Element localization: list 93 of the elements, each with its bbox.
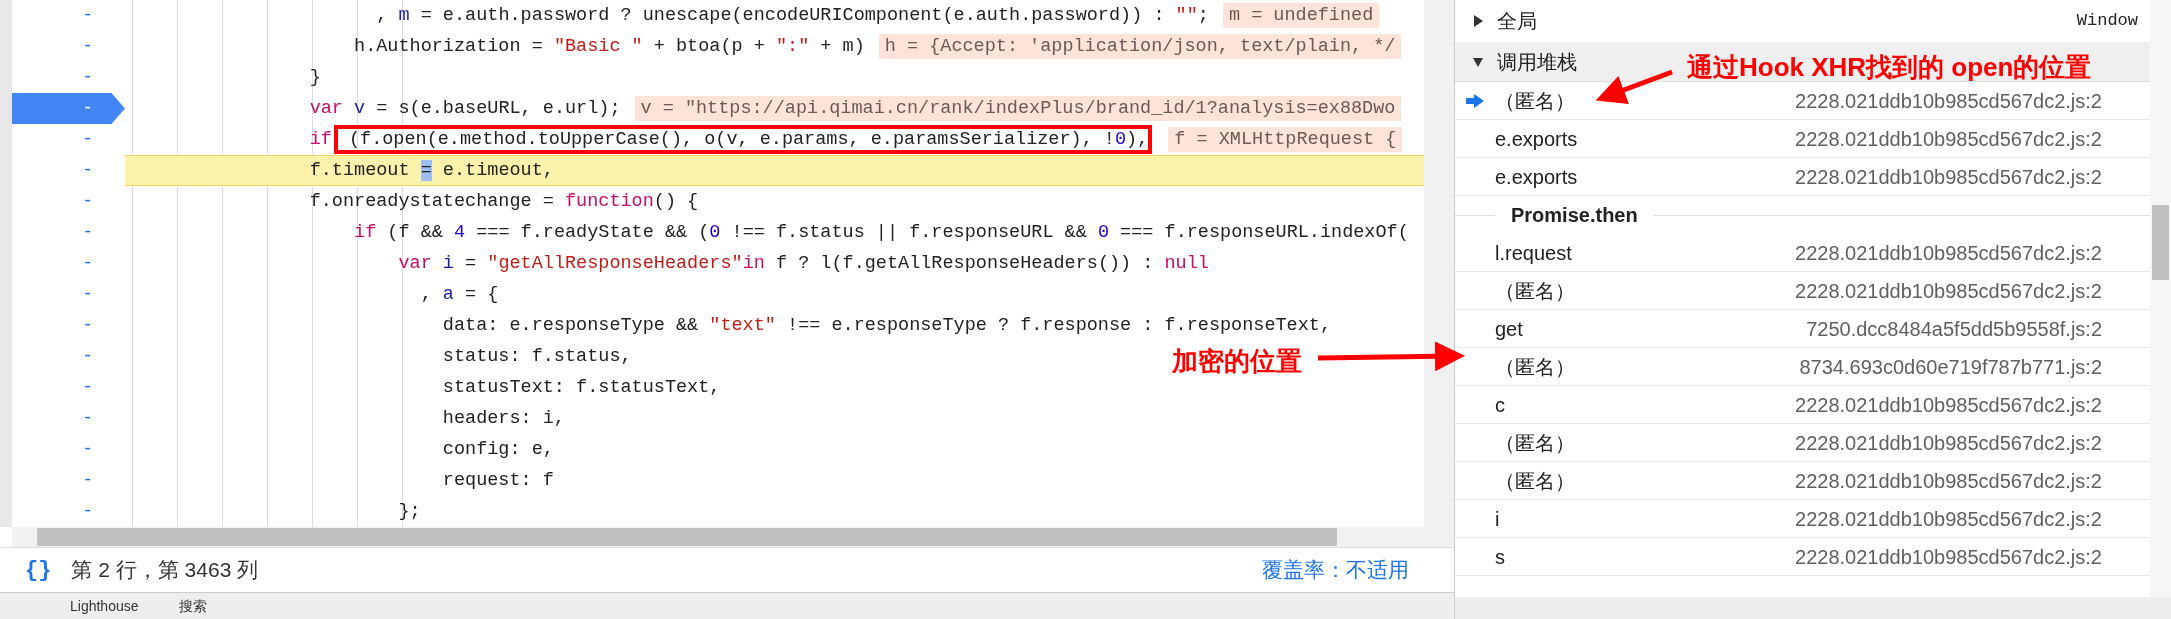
- scrollbar[interactable]: [2150, 0, 2171, 597]
- frame-name: e.exports: [1495, 164, 1578, 190]
- highlighted-code: (f.open(e.method.toUpperCase(), o(v, e.params, e.paramsSerializer), !0),: [333, 125, 1153, 154]
- call-frame[interactable]: get 7250.dcc8484a5f5dd5b9558f.js:2: [1455, 310, 2150, 348]
- frame-location: 8734.693c0d60e719f787b771.js:2: [1799, 354, 2102, 380]
- inline-value: m = undefined: [1222, 3, 1380, 28]
- section-header[interactable]: 调用堆栈 通过Hook XHR找到的 open的位置: [1455, 42, 2150, 82]
- frame-location: 2228.021ddb10b985cd567dc2.js:2: [1795, 164, 2102, 190]
- frame-name: get: [1495, 316, 1523, 342]
- code-line: request: f: [441, 469, 554, 493]
- line-number[interactable]: -: [12, 310, 125, 341]
- call-frame[interactable]: （匿名） 2228.021ddb10b985cd567dc2.js:2: [1455, 424, 2150, 462]
- code-line: h.Authorization = "Basic " + btoa(p + ":" + m): [353, 35, 865, 59]
- code-line: config: e,: [441, 438, 554, 462]
- line-number[interactable]: -: [12, 341, 125, 372]
- call-frame[interactable]: l.request 2228.021ddb10b985cd567dc2.js:2: [1455, 234, 2150, 272]
- frame-location: 2228.021ddb10b985cd567dc2.js:2: [1795, 544, 2102, 570]
- inline-value: h = {Accept: 'application/json, text/plain, */: [878, 34, 1402, 59]
- line-number[interactable]: -: [12, 248, 125, 279]
- line-number[interactable]: -: [12, 124, 125, 155]
- frame-location: 2228.021ddb10b985cd567dc2.js:2: [1795, 88, 2102, 114]
- call-frame[interactable]: （匿名） 2228.021ddb10b985cd567dc2.js:2: [1455, 272, 2150, 310]
- frame-location: 2228.021ddb10b985cd567dc2.js:2: [1795, 468, 2102, 494]
- frame-location: 2228.021ddb10b985cd567dc2.js:2: [1795, 240, 2102, 266]
- line-number[interactable]: -: [12, 155, 125, 186]
- frame-name: e.exports: [1495, 126, 1578, 152]
- drawer-tab[interactable]: 搜索: [178, 595, 207, 617]
- line-number[interactable]: -: [12, 279, 125, 310]
- horizontal-scrollbar[interactable]: [12, 527, 1454, 547]
- code-line: }: [308, 66, 321, 90]
- frame-location: 2228.021ddb10b985cd567dc2.js:2: [1795, 392, 2102, 418]
- call-frame[interactable]: （匿名） 2228.021ddb10b985cd567dc2.js:2: [1455, 82, 2150, 120]
- frame-name: （匿名）: [1495, 88, 1575, 114]
- call-frame[interactable]: s 2228.021ddb10b985cd567dc2.js:2: [1455, 538, 2150, 576]
- call-frame[interactable]: i 2228.021ddb10b985cd567dc2.js:2: [1455, 500, 2150, 538]
- frame-location: 2228.021ddb10b985cd567dc2.js:2: [1795, 278, 2102, 304]
- code-line: data: e.responseType && "text" !== e.responseType ? f.response : f.responseText,: [441, 314, 1331, 338]
- line-number[interactable]: -: [12, 372, 125, 403]
- frame-name: s: [1495, 544, 1505, 570]
- coverage-status[interactable]: 覆盖率：不适用: [1262, 554, 1409, 586]
- frame-name: i: [1495, 506, 1500, 532]
- frame-location: 2228.021ddb10b985cd567dc2.js:2: [1795, 430, 2102, 456]
- code-line: , m = e.auth.password ? unescape(encodeURIComponent(e.auth.password)) : "";: [375, 4, 1209, 28]
- code-line: headers: i,: [441, 407, 565, 431]
- frame-location: 7250.dcc8484a5f5dd5b9558f.js:2: [1806, 316, 2102, 342]
- inline-value: f = XMLHttpRequest {: [1168, 127, 1403, 152]
- code-line: if (f && 4 === f.readyState && (0 !== f.status || f.responseURL && 0 === f.responseURL.indexOf(: [353, 221, 1409, 245]
- line-number[interactable]: -: [12, 186, 125, 217]
- frame-name: （匿名）: [1495, 278, 1575, 304]
- code-line: var i = "getAllResponseHeaders"in f ? l(f.getAllResponseHeaders()) : null: [397, 252, 1209, 276]
- call-frame[interactable]: （匿名） 8734.693c0d60e719f787b771.js:2: [1455, 348, 2150, 386]
- frame-name: （匿名）: [1495, 468, 1575, 494]
- code-line: statusText: f.statusText,: [441, 376, 721, 400]
- breakpoint-line-number[interactable]: -: [12, 93, 125, 124]
- frame-name: （匿名）: [1495, 354, 1575, 380]
- frame-location: 2228.021ddb10b985cd567dc2.js:2: [1795, 506, 2102, 532]
- code-line: status: f.status,: [441, 345, 632, 369]
- frame-name: （匿名）: [1495, 430, 1575, 456]
- code-line: , a = {: [419, 283, 499, 307]
- scrollbar[interactable]: [1424, 0, 1454, 527]
- call-frame[interactable]: c 2228.021ddb10b985cd567dc2.js:2: [1455, 386, 2150, 424]
- collapse-triangle-icon[interactable]: [1473, 55, 1483, 68]
- code-line: var v = s(e.baseURL, e.url);: [308, 97, 621, 121]
- frame-name: c: [1495, 392, 1505, 418]
- pretty-print-button[interactable]: {}: [25, 553, 52, 587]
- inline-value: v = "https://api.qimai.cn/rank/indexPlus/brand_id/1?analysis=ex88Dwo: [634, 96, 1402, 121]
- line-number[interactable]: -: [12, 496, 125, 527]
- scrollbar[interactable]: [0, 0, 12, 527]
- line-number[interactable]: -: [12, 31, 125, 62]
- async-separator: Promise.then: [1510, 203, 1639, 228]
- call-frame[interactable]: （匿名） 2228.021ddb10b985cd567dc2.js:2: [1455, 462, 2150, 500]
- cursor-position: 第 2 行，第 3463 列: [71, 557, 259, 584]
- annotation-label: 加密的位置: [1172, 345, 1302, 378]
- code-line: if: [308, 128, 332, 152]
- frame-name: l.request: [1495, 240, 1572, 266]
- expand-triangle-icon[interactable]: [1473, 15, 1483, 27]
- annotation-label: 通过Hook XHR找到的 open的位置: [1687, 51, 2092, 82]
- line-number[interactable]: -: [12, 403, 125, 434]
- drawer-tab[interactable]: Lighthouse: [70, 595, 139, 617]
- code-line: f.onreadystatechange = function() {: [308, 190, 699, 214]
- line-number[interactable]: -: [12, 217, 125, 248]
- scope-label[interactable]: 全局: [1497, 6, 1537, 36]
- line-number[interactable]: -: [12, 62, 125, 93]
- line-number[interactable]: -: [12, 465, 125, 496]
- scope-value: Window: [2076, 10, 2138, 33]
- call-frame[interactable]: e.exports 2228.021ddb10b985cd567dc2.js:2: [1455, 120, 2150, 158]
- code-line: f.timeout = e.timeout,: [308, 159, 554, 183]
- frame-location: 2228.021ddb10b985cd567dc2.js:2: [1795, 126, 2102, 152]
- section-title: 调用堆栈: [1497, 49, 1577, 75]
- call-frame[interactable]: e.exports 2228.021ddb10b985cd567dc2.js:2: [1455, 158, 2150, 196]
- line-number[interactable]: -: [12, 0, 125, 31]
- code-line: };: [397, 500, 421, 524]
- line-number[interactable]: -: [12, 434, 125, 465]
